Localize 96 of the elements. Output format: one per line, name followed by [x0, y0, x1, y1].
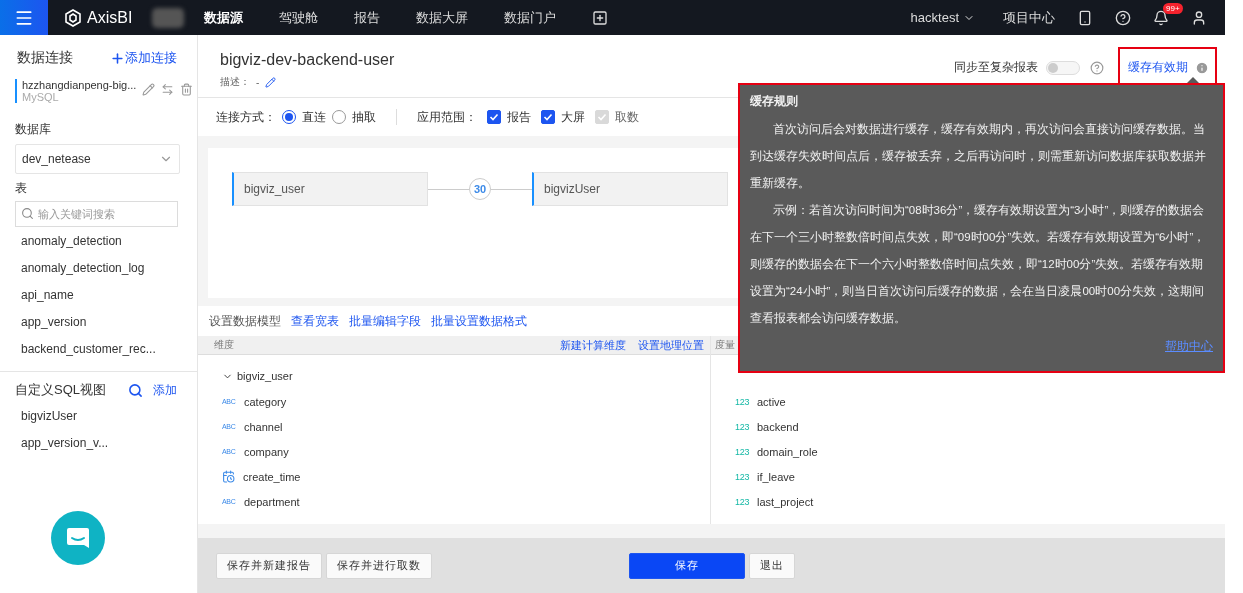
menu-button[interactable] — [0, 0, 48, 35]
edit-icon[interactable] — [142, 83, 155, 96]
footer-button[interactable]: 保存并新建报告 — [216, 552, 322, 579]
field-type-label: 123 — [735, 471, 749, 482]
sync-toggle[interactable] — [1046, 60, 1080, 75]
blurred-placeholder — [152, 7, 185, 28]
checkbox-label: 取数 — [615, 108, 639, 126]
phone-icon[interactable] — [1077, 9, 1093, 26]
field-name[interactable]: category — [244, 395, 287, 408]
checkbox-label: 报告 — [507, 108, 531, 126]
radio-label: 抽取 — [352, 108, 376, 126]
page-title: bigviz-dev-backend-user — [220, 51, 395, 69]
table-node[interactable]: bigvizUser — [532, 172, 728, 206]
project-center-link[interactable]: 项目中心 — [1003, 8, 1055, 27]
tooltip-title: 缓存规则 — [750, 93, 799, 110]
checkbox[interactable] — [487, 110, 501, 124]
check-icon — [543, 112, 553, 122]
toolbar-link[interactable]: 批量设置数据格式 — [431, 312, 527, 330]
table-item[interactable]: api_name — [0, 281, 197, 308]
info-icon — [1195, 60, 1209, 75]
sql-view-item[interactable]: app_version_v... — [0, 429, 197, 456]
field-name[interactable]: last_project — [757, 495, 814, 508]
footer-button[interactable]: 退出 — [748, 552, 795, 579]
calendar-icon — [222, 470, 235, 483]
column-title: 度量 — [715, 338, 735, 352]
field-name[interactable]: department — [244, 495, 300, 508]
header-link[interactable]: 设置地理位置 — [638, 337, 704, 353]
nav-tab[interactable]: 数据大屏 — [416, 8, 469, 27]
edit-icon[interactable] — [265, 76, 277, 88]
field-name[interactable]: domain_role — [757, 445, 818, 458]
plus-icon — [110, 50, 125, 66]
cache-link[interactable]: 缓存有效期 — [1128, 59, 1188, 76]
connection-item[interactable]: hzzhangdianpeng-big... MySQL — [15, 79, 197, 103]
user-icon[interactable] — [1191, 9, 1207, 26]
add-connection-link[interactable]: 添加连接 — [110, 49, 177, 67]
logo-text: AxisBI — [87, 8, 133, 27]
radio-label: 直连 — [302, 108, 326, 126]
nav-tab[interactable]: 报告 — [354, 8, 381, 27]
table-item[interactable]: anomaly_detection_log — [0, 254, 197, 281]
connection-mode-label: 连接方式： — [216, 108, 276, 126]
add-icon[interactable] — [592, 9, 609, 26]
toolbar-link[interactable]: 查看宽表 — [291, 312, 339, 330]
add-sql-link[interactable]: 添加 — [153, 381, 177, 399]
table-item[interactable]: anomaly_detection — [0, 227, 197, 254]
user-menu[interactable]: hacktest — [910, 10, 975, 25]
chat-icon — [65, 526, 91, 550]
field-type-label: 123 — [735, 396, 749, 407]
field-type-label: 123 — [735, 446, 749, 457]
sql-view-item[interactable]: bigvizUser — [0, 402, 197, 429]
group-name[interactable]: bigviz_user — [237, 370, 293, 382]
trash-icon[interactable] — [180, 83, 193, 96]
field-name[interactable]: channel — [244, 420, 283, 433]
checkbox-label: 大屏 — [561, 108, 585, 126]
table-item[interactable]: app_version — [0, 308, 197, 335]
sync-label: 同步至复杂报表 — [954, 59, 1038, 76]
table-node[interactable]: bigviz_user — [232, 172, 428, 206]
field-name[interactable]: backend — [757, 420, 799, 433]
nav-tab[interactable]: 驾驶舱 — [279, 8, 319, 27]
check-icon — [489, 112, 499, 122]
footer-button[interactable]: 保存 — [628, 552, 745, 579]
table-item[interactable]: backend_customer_rec... — [0, 335, 197, 362]
notification-badge: 99+ — [1163, 2, 1183, 14]
table-search-field[interactable]: 输入关键词搜索 — [15, 201, 178, 227]
field-name[interactable]: company — [244, 445, 289, 458]
bell-icon[interactable] — [1153, 9, 1169, 26]
tooltip-paragraph: 示例：若首次访问时间为“08时36分”，缓存有效期设置为“3小时”，则缓存的数据会在下一个三小时整数倍时间点失效，即“09时00分”失效。若缓存有效期设置为“6小时”，则缓存的数据会在下一个六小时整数倍时间点失效，即“12时00分”失效。若缓存有效期设置为“24小时”，则当日首次访问后缓存的数据，会在当日凌晨00时00分失效，这期间查看报表都会访问缓存数据。 — [750, 203, 1207, 326]
database-label: 数据库 — [14, 121, 52, 138]
nav-tab[interactable]: 数据门户 — [504, 8, 557, 27]
header-link[interactable]: 新建计算维度 — [560, 337, 626, 353]
swap-icon[interactable] — [161, 83, 174, 96]
toolbar-link[interactable]: 批量编辑字段 — [349, 312, 421, 330]
database-select[interactable]: dev_netease — [15, 144, 180, 174]
search-icon — [21, 207, 34, 220]
description-label: 描述： — [220, 75, 250, 89]
scope-label: 应用范围： — [417, 108, 477, 126]
table-label: 表 — [14, 180, 28, 197]
sql-view-title: 自定义SQL视图 — [15, 381, 107, 399]
field-name[interactable]: if_leave — [757, 470, 795, 483]
logo-icon — [64, 8, 82, 27]
field-type-label: 123 — [735, 421, 749, 432]
chat-button[interactable] — [51, 511, 105, 565]
description-text: - — [256, 76, 260, 88]
sidebar-title: 数据连接 — [17, 49, 73, 67]
field-name[interactable]: active — [757, 395, 786, 408]
nav-tab[interactable]: 数据源 — [204, 8, 244, 27]
tooltip-paragraph: 首次访问后会对数据进行缓存，缓存有效期内，再次访问会直接访问缓存数据。当到达缓存失效时间点后，缓存被丢弃，之后再访问时，则需重新访问数据库获取数据并重新缓存。 — [750, 122, 1207, 191]
field-type-label: 123 — [735, 496, 749, 507]
field-name[interactable]: create_time — [243, 470, 301, 483]
column-title: 维度 — [214, 338, 234, 352]
footer-button[interactable]: 保存并进行取数 — [326, 552, 432, 579]
checkbox[interactable] — [541, 110, 555, 124]
model-title: 设置数据模型 — [209, 312, 281, 330]
connection-name: hzzhangdianpeng-big... — [22, 79, 138, 91]
connection-type: MySQL — [22, 91, 60, 103]
check-icon — [597, 112, 607, 122]
search-icon[interactable] — [128, 382, 143, 398]
